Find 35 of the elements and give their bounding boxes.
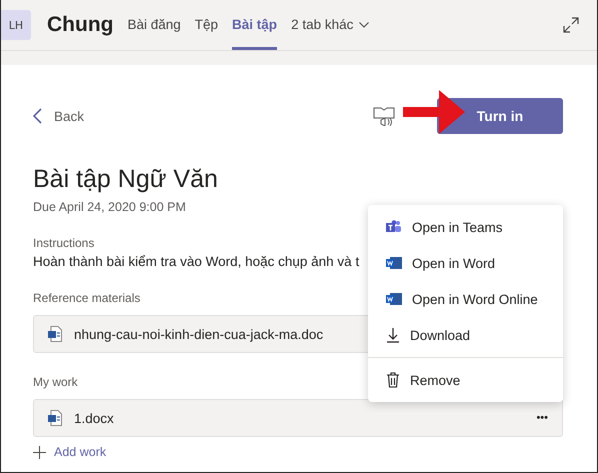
due-date: Due April 24, 2020 9:00 PM	[33, 200, 186, 214]
menu-item[interactable]: Open in Word	[368, 245, 563, 281]
add-work-button[interactable]: Add work	[33, 445, 106, 459]
channel-title: Chung	[47, 13, 114, 37]
more-options-button[interactable]: •••	[536, 412, 548, 424]
avatar[interactable]: LH	[1, 10, 31, 40]
arrow-drawing	[403, 88, 465, 136]
section-label: Instructions	[33, 236, 94, 250]
word-file-icon	[48, 326, 62, 342]
plus-icon	[33, 446, 46, 458]
tab[interactable]: Tệp	[194, 0, 218, 50]
file-attachment[interactable]: 1.docx •••	[33, 399, 563, 437]
chevron-down-icon	[359, 22, 370, 28]
reader-icon[interactable]	[373, 106, 395, 126]
file-name: 1.docx	[74, 410, 114, 426]
word-file-icon	[48, 410, 62, 426]
more-tabs-button[interactable]: 2 tab khác	[291, 0, 370, 50]
word-icon	[386, 257, 402, 269]
instructions-text: Hoàn thành bài kiểm tra vào Word, hoặc chụp ảnh và t	[33, 254, 360, 269]
section-label: Reference materials	[33, 291, 140, 305]
menu-item[interactable]: Download	[368, 317, 563, 353]
expand-icon[interactable]	[563, 17, 579, 33]
chevron-left-icon	[33, 108, 42, 124]
section-label: My work	[33, 375, 78, 389]
assignment-title: Bài tập Ngữ Văn	[33, 165, 218, 194]
menu-item[interactable]: Open in Word Online	[368, 281, 563, 317]
word-icon	[386, 293, 402, 305]
menu-item[interactable]: Remove	[368, 362, 563, 398]
menu-item[interactable]: Open in Teams	[368, 209, 563, 245]
tab[interactable]: Bài đăng	[127, 0, 181, 50]
file-name: nhung-cau-noi-kinh-dien-cua-jack-ma.doc	[74, 326, 324, 342]
download-icon	[386, 327, 400, 343]
trash-icon	[386, 372, 400, 388]
back-button[interactable]: Back	[33, 108, 84, 124]
teams-icon	[386, 220, 402, 234]
